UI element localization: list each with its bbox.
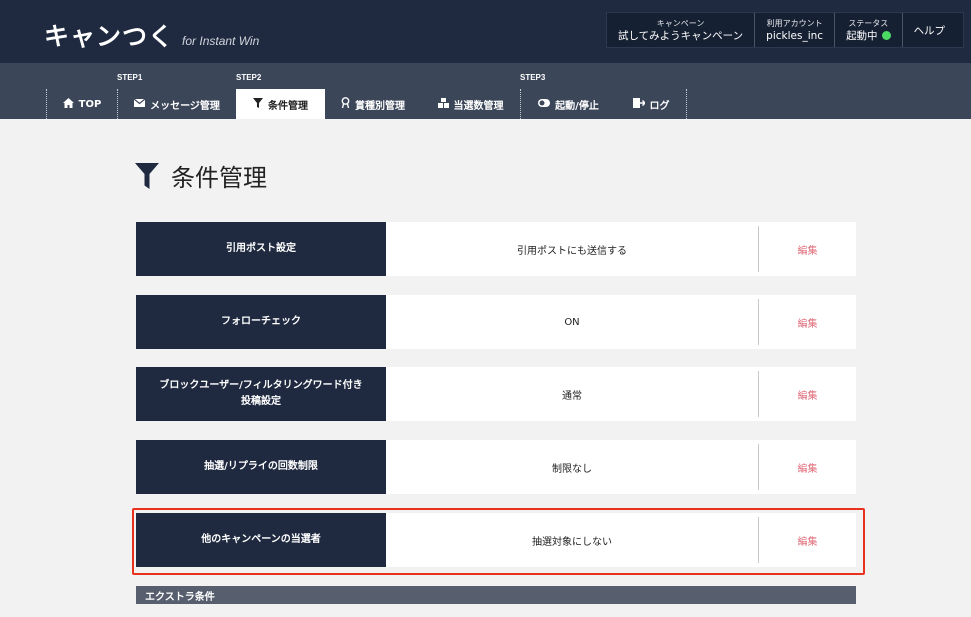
envelope-icon [133,98,146,110]
condition-label: フォローチェック [136,295,386,349]
home-icon [62,97,74,111]
campaign-name: 試してみようキャンペーン [618,29,744,42]
award-icon [341,97,350,111]
status-indicator-icon [881,31,891,40]
condition-label: ブロックユーザー/フィルタリングワード付き 投稿設定 [136,367,386,421]
boxes-icon [437,97,449,111]
log-export-icon [632,97,646,111]
app-logo[interactable]: キャンつく for Instant Win [44,17,259,53]
status-value-wrap: 起動中 [846,29,891,43]
extra-conditions-header: エクストラ条件 [136,586,856,604]
tab-winners-label: 当選数管理 [453,100,504,112]
app-header: キャンつく for Instant Win キャンペーン 試してみようキャンペー… [0,0,971,63]
account-label: 利用アカウント [766,18,823,28]
condition-row-reply-limit: 抽選/リプライの回数制限 制限なし 編集 [136,440,856,494]
tab-winners[interactable]: 当選数管理 [421,89,520,119]
header-info-box: キャンペーン 試してみようキャンペーン 利用アカウント pickles_inc … [606,12,964,48]
status-info: ステータス 起動中 [835,13,903,47]
highlight-box [132,508,865,575]
tab-prizes[interactable]: 賞種別管理 [325,89,421,119]
tab-log-label: ログ [649,100,670,112]
logo-main-text: キャンつく [44,22,175,51]
tab-start-stop-label: 起動/停止 [555,100,599,112]
tab-conditions-label: 条件管理 [268,100,308,112]
tab-top-label: TOP [78,98,102,110]
campaign-label: キャンペーン [656,18,705,28]
condition-label: 抽選/リプライの回数制限 [136,440,386,494]
account-name: pickles_inc [766,29,824,42]
edit-link[interactable]: 編集 [759,367,856,421]
edit-link[interactable]: 編集 [759,295,856,349]
condition-value: ON [386,299,759,345]
tab-messages[interactable]: メッセージ管理 [117,89,236,119]
tab-start-stop[interactable]: 起動/停止 [520,89,616,119]
tab-prizes-label: 賞種別管理 [355,100,405,112]
tab-log[interactable]: ログ [616,89,687,119]
tab-conditions[interactable]: 条件管理 [236,89,325,119]
condition-row-follow-check: フォローチェック ON 編集 [136,295,856,349]
filter-icon [135,162,159,189]
edit-link[interactable]: 編集 [759,222,856,276]
account-info: 利用アカウント pickles_inc [755,13,836,47]
status-label: ステータス [848,18,889,28]
page-title-text: 条件管理 [171,164,267,192]
tab-top[interactable]: TOP [46,89,117,119]
condition-row-quote-post: 引用ポスト設定 引用ポストにも送信する 編集 [136,222,856,276]
condition-value: 制限なし [386,444,759,490]
step2-label: STEP2 [236,73,262,82]
condition-row-block-user-filter: ブロックユーザー/フィルタリングワード付き 投稿設定 通常 編集 [136,367,856,421]
status-value: 起動中 [846,29,878,42]
condition-value: 引用ポストにも送信する [386,226,759,272]
main-nav: STEP1 STEP2 STEP3 TOP メッセージ管理 条件管理 賞種別管理… [0,63,971,119]
toggle-icon [538,98,551,110]
condition-label: 引用ポスト設定 [136,222,386,276]
help-label: ヘルプ [913,24,946,37]
condition-value: 通常 [386,371,759,417]
filter-icon [253,97,263,111]
step1-label: STEP1 [117,73,143,82]
step3-label: STEP3 [520,73,546,82]
page-title: 条件管理 [135,158,267,193]
help-link[interactable]: ヘルプ [903,13,957,47]
campaign-info: キャンペーン 試してみようキャンペーン [607,13,756,47]
logo-sub-text: for Instant Win [182,34,260,48]
tab-messages-label: メッセージ管理 [150,100,220,112]
edit-link[interactable]: 編集 [759,440,856,494]
